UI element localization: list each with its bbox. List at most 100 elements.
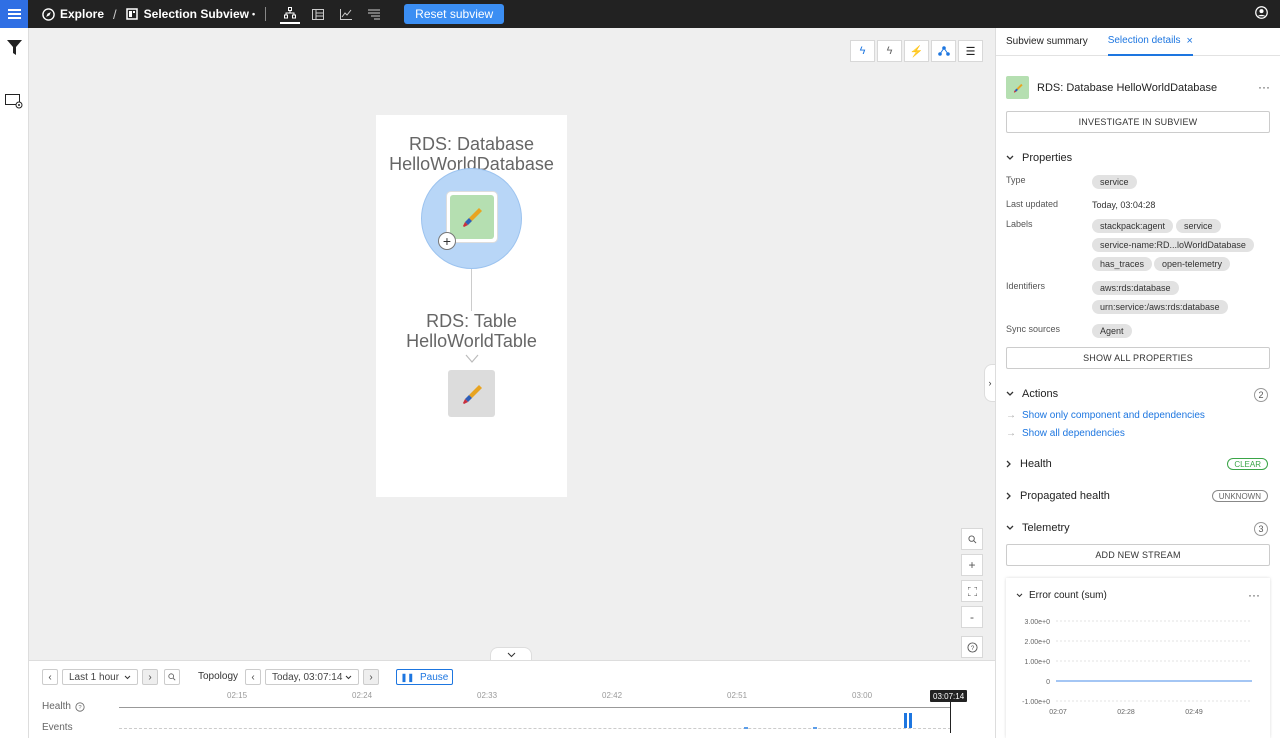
action-show-component-dependencies[interactable]: → Show only component and dependencies: [1006, 410, 1205, 421]
help-icon[interactable]: ?: [75, 701, 85, 715]
metrics-chart-icon[interactable]: [336, 4, 356, 24]
action-show-all-dependencies[interactable]: → Show all dependencies: [1006, 428, 1125, 439]
compass-icon: [42, 7, 55, 21]
label-chip: has_traces: [1092, 257, 1153, 271]
topology-icon[interactable]: [280, 4, 301, 24]
current-time-line: [950, 700, 951, 733]
health-row-label: Health: [42, 701, 71, 712]
topology-time-select[interactable]: Today, 03:07:14: [265, 669, 359, 685]
more-options-icon[interactable]: ···: [1258, 80, 1270, 94]
svg-text:?: ?: [970, 644, 974, 651]
timeline-track[interactable]: 02:15 02:24 02:33 02:42 02:51 03:00 03:0…: [119, 690, 968, 733]
actions-section-header[interactable]: Actions: [1006, 388, 1058, 400]
search-icon[interactable]: [961, 528, 983, 550]
components-table-icon[interactable]: [308, 4, 328, 24]
timeline-tick: 02:42: [602, 691, 623, 700]
topology-time-forward-button[interactable]: ›: [363, 669, 379, 685]
direct-dependencies-icon[interactable]: ϟ: [877, 40, 902, 62]
error-count-chart: 3.00e+0 2.00e+0 1.00e+0 0 -1.00e+0 02:07 02:28…: [1022, 619, 1252, 716]
event-marker: [813, 727, 817, 729]
chevron-down-icon: [1006, 155, 1014, 160]
filter-icon[interactable]: [7, 40, 22, 58]
investigate-button[interactable]: INVESTIGATE IN SUBVIEW: [1006, 111, 1270, 133]
chart-x-tick: 02:49: [1185, 709, 1203, 716]
topology-time-back-button[interactable]: ‹: [245, 669, 261, 685]
identifier-chip: aws:rds:database: [1092, 281, 1179, 295]
health-label: Health: [1020, 458, 1052, 470]
pause-label: Pause: [420, 671, 449, 683]
zoom-in-button[interactable]: +: [961, 554, 983, 576]
time-forward-button[interactable]: ›: [142, 669, 158, 685]
main-menu-button[interactable]: [0, 0, 28, 28]
actions-count: 2: [1254, 388, 1268, 402]
properties-section-header[interactable]: Properties: [1006, 152, 1072, 164]
root-cause-icon[interactable]: [931, 40, 956, 62]
subview-breadcrumb[interactable]: Selection Subview •: [125, 7, 256, 21]
tab-subview-summary[interactable]: Subview summary: [1006, 36, 1088, 47]
timeline-tick: 02:24: [352, 691, 373, 700]
timeline-tick: 02:33: [477, 691, 498, 700]
view-settings-icon[interactable]: [5, 94, 23, 112]
fit-screen-icon[interactable]: [961, 580, 983, 602]
list-icon[interactable]: ☰: [958, 40, 983, 62]
timeline-tick: 03:00: [852, 691, 873, 700]
zoom-time-icon[interactable]: [164, 669, 180, 685]
timeline-bar: ‹ Last 1 hour › Topology ‹ Today, 03:07:…: [29, 660, 995, 738]
left-toolbar: [0, 28, 29, 738]
breadcrumb-separator: /: [113, 6, 117, 22]
chart-x-tick: 02:07: [1049, 709, 1067, 716]
time-range-select[interactable]: Last 1 hour: [62, 669, 138, 685]
close-icon[interactable]: ×: [1187, 35, 1193, 47]
telemetry-label: Telemetry: [1022, 522, 1070, 534]
node-title-table: RDS: Table HelloWorldTable: [376, 311, 567, 351]
svg-text:?: ?: [78, 705, 82, 711]
telemetry-count: 3: [1254, 522, 1268, 536]
chart-y-tick: -1.00e+0: [1022, 699, 1050, 706]
tab-selection-details-label: Selection details: [1107, 35, 1181, 46]
topology-canvas[interactable]: ϟ ϟ ⚡ ☰ RDS: Database HelloWorldDatabase…: [29, 28, 995, 661]
chevron-down-icon: [1006, 391, 1014, 396]
dependencies-icon[interactable]: ⚡: [904, 40, 929, 62]
events-list-icon[interactable]: [364, 4, 384, 24]
chart-y-tick: 0: [1046, 679, 1050, 686]
relation-arrow-icon: [465, 353, 479, 367]
reset-subview-button[interactable]: Reset subview: [404, 4, 505, 24]
collapse-timeline-button[interactable]: [490, 647, 532, 661]
table-node[interactable]: [448, 370, 495, 417]
zoom-out-button[interactable]: -: [961, 606, 983, 628]
action-label: Show only component and dependencies: [1022, 410, 1205, 421]
time-back-button[interactable]: ‹: [42, 669, 58, 685]
sync-source-chip: Agent: [1092, 324, 1132, 338]
timeline-tick: 02:51: [727, 691, 748, 700]
modified-indicator: •: [252, 9, 256, 19]
user-avatar-icon[interactable]: [1255, 6, 1268, 22]
explore-breadcrumb[interactable]: Explore: [42, 7, 104, 21]
propagated-health-section-header[interactable]: Propagated health: [1006, 490, 1110, 502]
events-row-label: Events: [42, 722, 73, 733]
chart-y-tick: 2.00e+0: [1025, 639, 1051, 646]
help-icon[interactable]: ?: [961, 636, 983, 658]
rds-database-icon: [463, 208, 482, 227]
panel-tabs: Subview summary Selection details ×: [996, 28, 1280, 56]
label-chip: service-name:RD...loWorldDatabase: [1092, 238, 1254, 252]
top-bar: Explore / Selection Subview • Reset subv…: [0, 0, 1280, 28]
indirect-dependencies-icon[interactable]: ϟ: [850, 40, 875, 62]
component-name: RDS: Database HelloWorldDatabase: [1037, 82, 1218, 94]
actions-label: Actions: [1022, 388, 1059, 400]
last-updated-value: Today, 03:04:28: [1092, 200, 1156, 210]
chevron-down-icon: [124, 675, 131, 679]
topology-time-value: Today, 03:07:14: [272, 671, 343, 683]
expand-node-button[interactable]: +: [438, 232, 456, 250]
telemetry-section-header[interactable]: Telemetry: [1006, 522, 1070, 534]
identifiers-label: Identifiers: [1006, 281, 1046, 291]
panel-toggle-chevron-icon[interactable]: ›: [984, 364, 995, 402]
label-chip: service: [1176, 219, 1221, 233]
telemetry-chart-card: Error count (sum) ··· 3.00e+0 2.00e+0 1.00…: [1006, 578, 1270, 738]
pause-button[interactable]: ❚❚ Pause: [396, 669, 453, 685]
health-section-header[interactable]: Health: [1006, 458, 1052, 470]
current-time-marker: 03:07:14: [930, 690, 968, 702]
tab-selection-details[interactable]: Selection details ×: [1107, 28, 1193, 56]
add-new-stream-button[interactable]: ADD NEW STREAM: [1006, 544, 1270, 566]
label-chip: open-telemetry: [1154, 257, 1231, 271]
show-all-properties-button[interactable]: SHOW ALL PROPERTIES: [1006, 347, 1270, 369]
